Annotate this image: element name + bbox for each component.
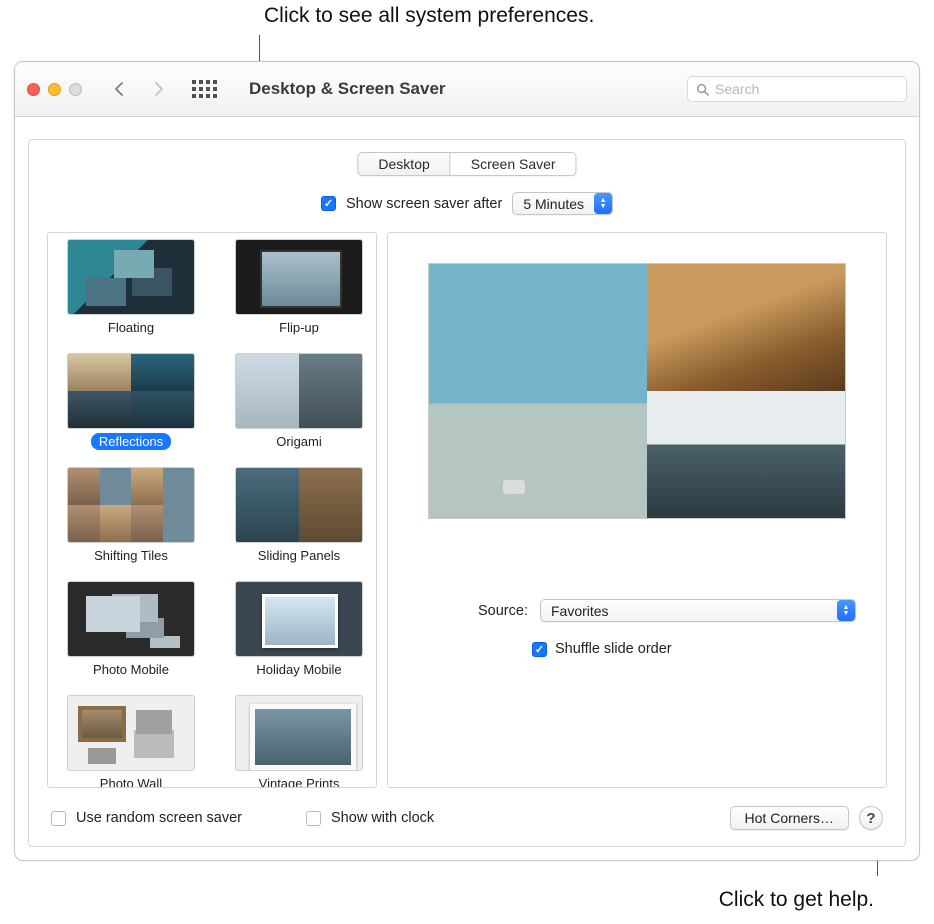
screensaver-label: Flip-up bbox=[271, 319, 327, 336]
screensaver-thumb bbox=[67, 467, 195, 543]
screensaver-label: Floating bbox=[100, 319, 162, 336]
screensaver-thumb bbox=[235, 353, 363, 429]
random-checkbox[interactable] bbox=[51, 811, 66, 826]
screensaver-item[interactable]: Photo Mobile bbox=[56, 581, 206, 693]
screensaver-label: Photo Mobile bbox=[85, 661, 177, 678]
callout-grid-text: Click to see all system preferences. bbox=[264, 4, 594, 28]
window-title: Desktop & Screen Saver bbox=[249, 79, 446, 99]
screensaver-label: Shifting Tiles bbox=[86, 547, 176, 564]
show-after-popup[interactable]: 5 Minutes ▲▼ bbox=[512, 192, 613, 215]
screensaver-item[interactable]: Photo Wall bbox=[56, 695, 206, 788]
show-all-button[interactable] bbox=[190, 78, 219, 100]
titlebar: Desktop & Screen Saver bbox=[15, 62, 919, 117]
show-after-value: 5 Minutes bbox=[523, 196, 584, 212]
prefs-window: Desktop & Screen Saver Desktop Screen Sa… bbox=[14, 61, 920, 861]
show-after-checkbox[interactable]: ✓ bbox=[321, 196, 336, 211]
minimize-button[interactable] bbox=[48, 83, 61, 96]
screensaver-thumb bbox=[67, 581, 195, 657]
show-after-row: ✓ Show screen saver after 5 Minutes ▲▼ bbox=[29, 192, 905, 215]
screensaver-label: Origami bbox=[268, 433, 330, 450]
traffic-lights bbox=[27, 83, 82, 96]
search-input[interactable] bbox=[715, 81, 898, 97]
shuffle-checkbox[interactable]: ✓ bbox=[532, 642, 547, 657]
callout-help-text: Click to get help. bbox=[719, 888, 874, 912]
tab-screen-saver[interactable]: Screen Saver bbox=[451, 153, 576, 175]
updown-icon: ▲▼ bbox=[594, 193, 612, 214]
screensaver-thumb bbox=[235, 581, 363, 657]
back-button[interactable] bbox=[104, 76, 134, 102]
screensaver-item[interactable]: Sliding Panels bbox=[224, 467, 374, 579]
clock-label: Show with clock bbox=[331, 810, 434, 826]
screensaver-thumb bbox=[67, 353, 195, 429]
screensaver-item[interactable]: Vintage Prints bbox=[224, 695, 374, 788]
screensaver-item[interactable]: Shifting Tiles bbox=[56, 467, 206, 579]
source-row: Source: Favorites ▲▼ bbox=[478, 599, 856, 622]
screensaver-label: Sliding Panels bbox=[250, 547, 348, 564]
source-label: Source: bbox=[478, 603, 528, 619]
content-pane: Desktop Screen Saver ✓ Show screen saver… bbox=[28, 139, 906, 847]
screensaver-label: Reflections bbox=[91, 433, 171, 450]
source-value: Favorites bbox=[551, 603, 609, 619]
preview-image bbox=[428, 263, 846, 519]
screensaver-list[interactable]: Floating Flip-up Reflections Origami Shiftin… bbox=[47, 232, 377, 788]
chevron-left-icon bbox=[114, 82, 124, 96]
help-button[interactable]: ? bbox=[859, 806, 883, 830]
search-field[interactable] bbox=[687, 76, 907, 102]
screensaver-thumb bbox=[235, 695, 363, 771]
search-icon bbox=[696, 83, 709, 96]
updown-icon: ▲▼ bbox=[837, 600, 855, 621]
screensaver-label: Photo Wall bbox=[92, 775, 170, 788]
clock-checkbox[interactable] bbox=[306, 811, 321, 826]
screensaver-item[interactable]: Flip-up bbox=[224, 239, 374, 351]
screensaver-item[interactable]: Origami bbox=[224, 353, 374, 465]
zoom-button[interactable] bbox=[69, 83, 82, 96]
screensaver-thumb bbox=[67, 695, 195, 771]
shuffle-label: Shuffle slide order bbox=[555, 641, 672, 657]
screensaver-item[interactable]: Holiday Mobile bbox=[224, 581, 374, 693]
screensaver-item[interactable]: Reflections bbox=[56, 353, 206, 465]
random-label: Use random screen saver bbox=[76, 810, 242, 826]
screensaver-label: Vintage Prints bbox=[251, 775, 348, 788]
chevron-right-icon bbox=[154, 82, 164, 96]
screensaver-thumb bbox=[235, 239, 363, 315]
tab-segment: Desktop Screen Saver bbox=[357, 152, 576, 176]
bottom-row: Use random screen saver Show with clock … bbox=[51, 806, 883, 830]
forward-button[interactable] bbox=[144, 76, 174, 102]
show-after-label: Show screen saver after bbox=[346, 196, 502, 212]
hot-corners-button[interactable]: Hot Corners… bbox=[730, 806, 849, 830]
shuffle-row: ✓ Shuffle slide order bbox=[532, 641, 672, 657]
screensaver-thumb bbox=[235, 467, 363, 543]
screensaver-item[interactable]: Floating bbox=[56, 239, 206, 351]
preview-panel: Source: Favorites ▲▼ ✓ Shuffle slide ord… bbox=[387, 232, 887, 788]
screensaver-label: Holiday Mobile bbox=[248, 661, 349, 678]
screensaver-thumb bbox=[67, 239, 195, 315]
close-button[interactable] bbox=[27, 83, 40, 96]
tab-desktop[interactable]: Desktop bbox=[358, 153, 450, 175]
source-popup[interactable]: Favorites ▲▼ bbox=[540, 599, 856, 622]
